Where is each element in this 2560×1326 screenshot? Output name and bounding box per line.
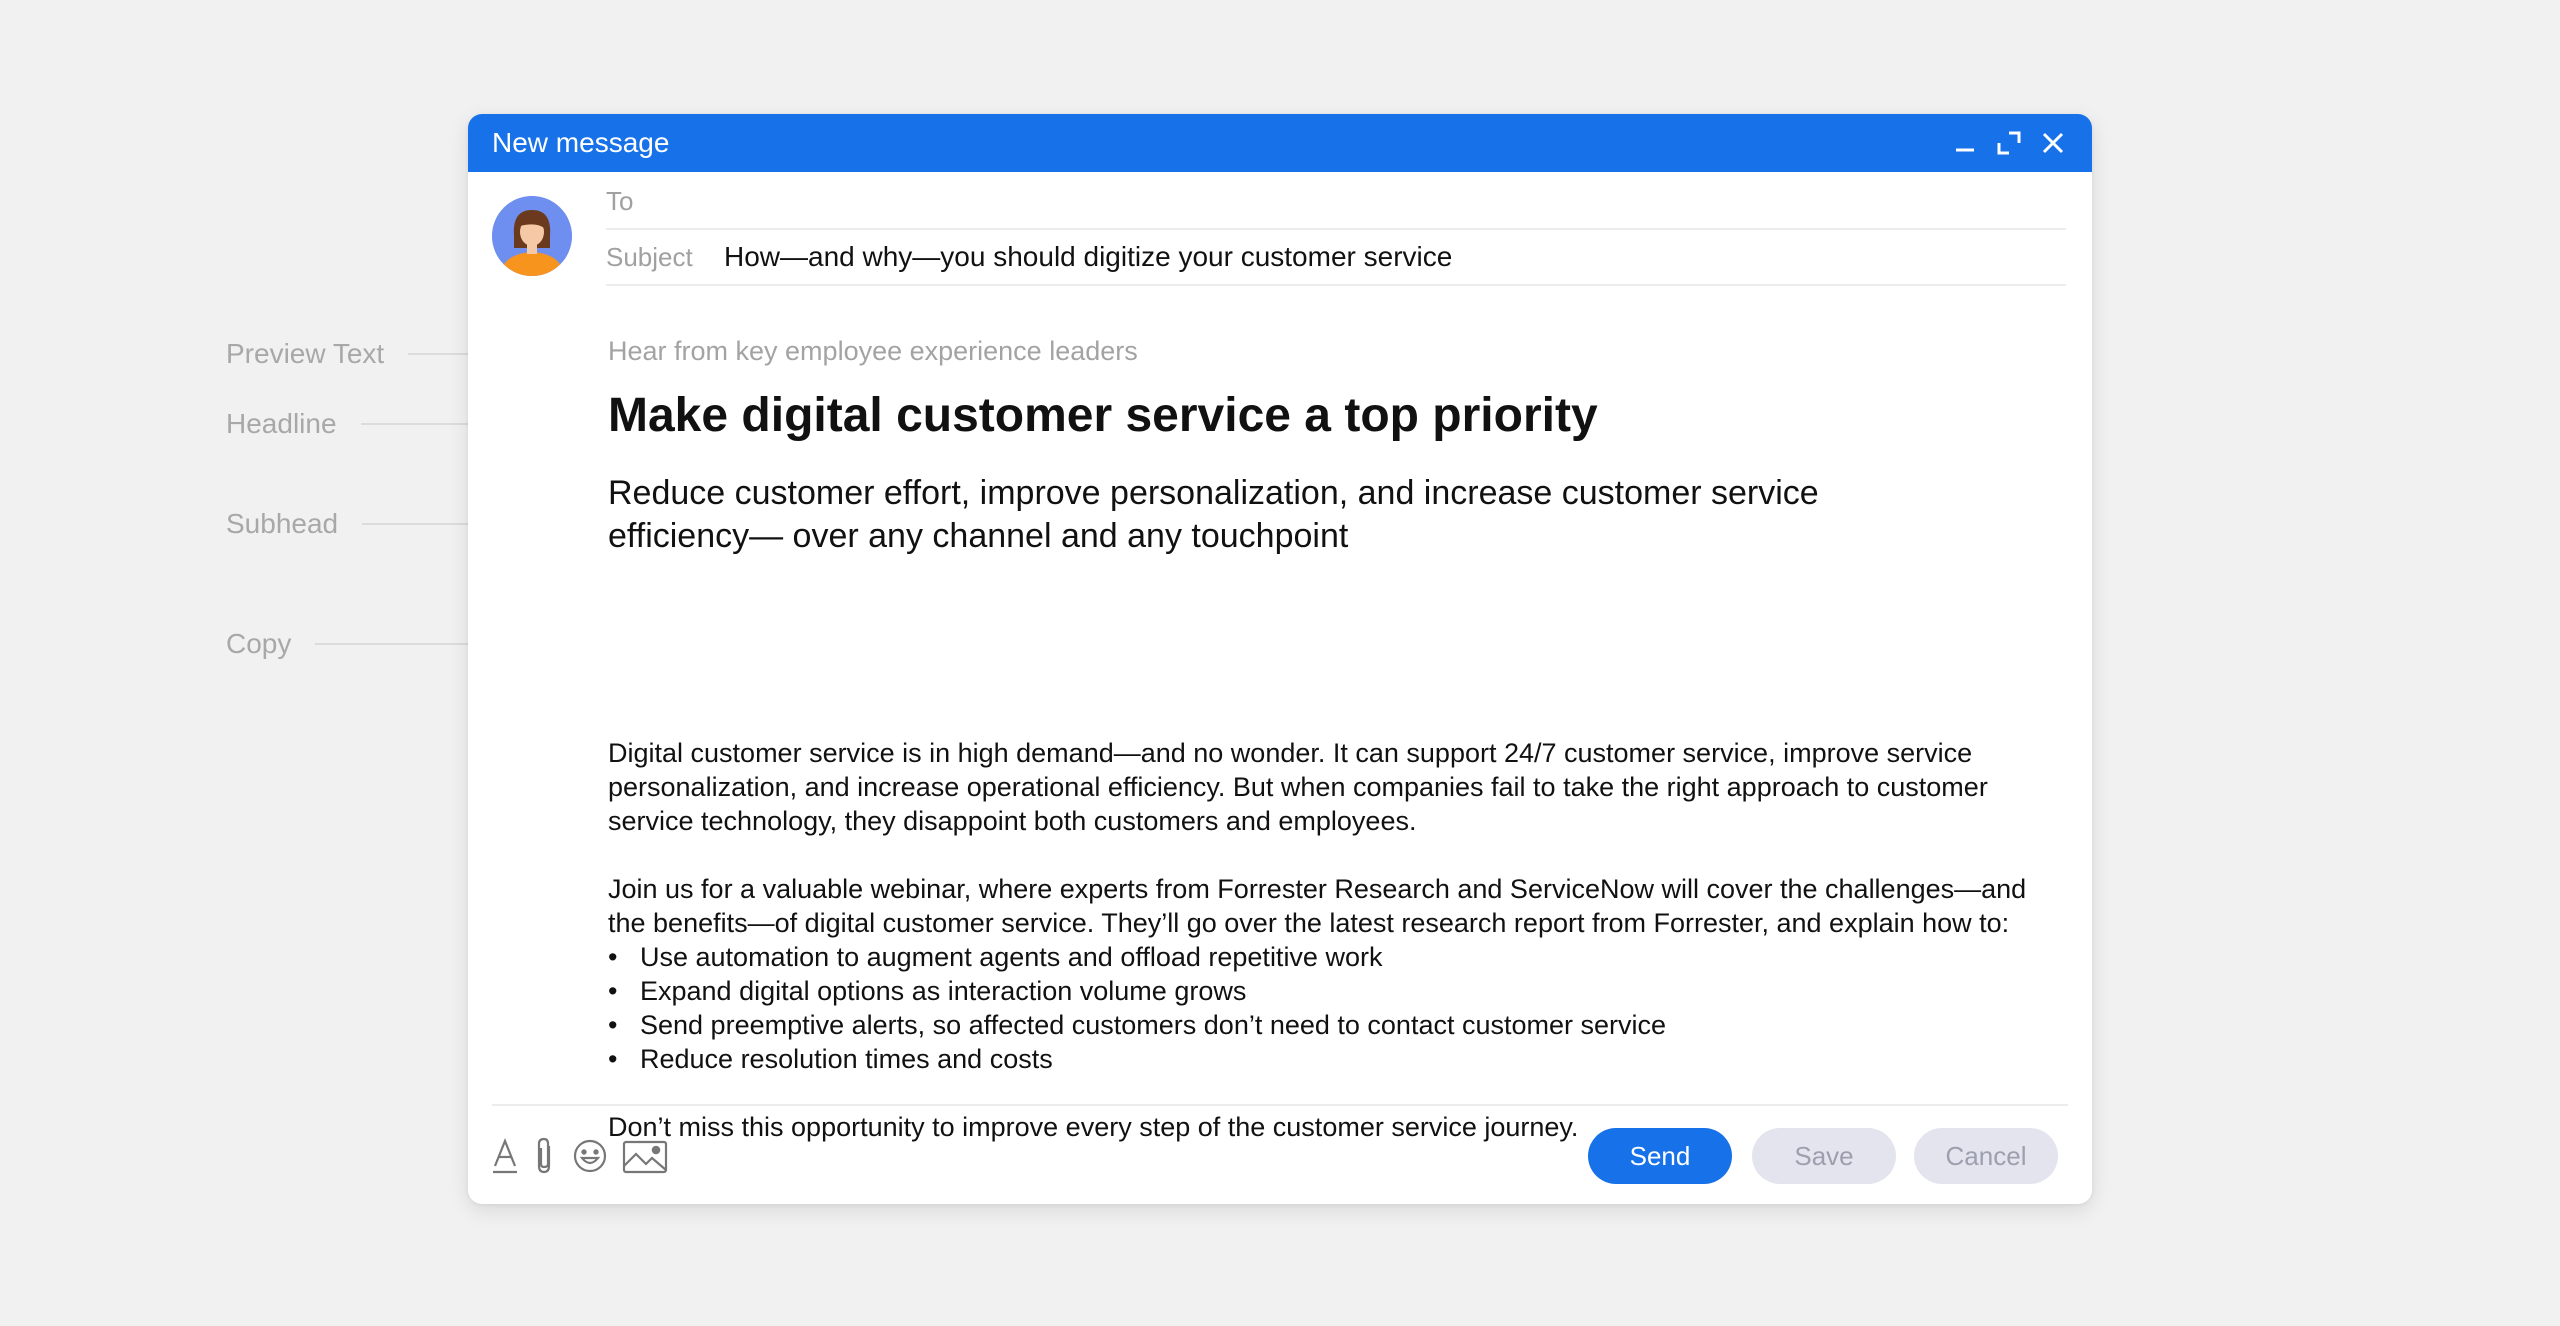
to-label: To: [606, 185, 634, 216]
list-item: Use automation to augment agents and off…: [608, 940, 2028, 974]
headline: Make digital customer service a top prio…: [608, 389, 1598, 442]
list-item: Reduce resolution times and costs: [608, 1042, 2028, 1076]
footer-divider: [492, 1104, 2068, 1106]
preview-text: Hear from key employee experience leader…: [608, 336, 1138, 366]
copy-paragraph-2: Join us for a valuable webinar, where ex…: [608, 874, 2027, 938]
to-row: To: [606, 174, 2066, 230]
copy-paragraph-1: Digital customer service is in high dema…: [608, 738, 1988, 836]
list-item: Send preemptive alerts, so affected cust…: [608, 1008, 2028, 1042]
annotation-label: Preview Text: [226, 338, 385, 369]
to-field[interactable]: [724, 185, 2066, 217]
minimize-icon[interactable]: [1950, 128, 1980, 158]
formatting-toolbar: [492, 1134, 668, 1178]
copy: Digital customer service is in high dema…: [608, 736, 2028, 1144]
bullet-list: Use automation to augment agents and off…: [608, 940, 2028, 1076]
emoji-icon[interactable]: [572, 1134, 608, 1178]
send-button[interactable]: Send: [1588, 1128, 1732, 1184]
header-fields: To Subject: [606, 174, 2066, 286]
save-button[interactable]: Save: [1752, 1128, 1896, 1184]
subject-label: Subject: [606, 241, 693, 272]
close-icon[interactable]: [2038, 128, 2068, 158]
list-item: Expand digital options as interaction vo…: [608, 974, 2028, 1008]
window-controls: [1950, 128, 2068, 158]
window-title: New message: [492, 127, 670, 158]
subject-field[interactable]: [724, 241, 2066, 273]
compose-window: New message To Subject How—and why—you s…: [468, 114, 2092, 1204]
annotation-label: Subhead: [226, 508, 339, 539]
subhead: Reduce customer effort, improve personal…: [608, 474, 1819, 555]
stage: Preview Text Headline Subhead Copy New m…: [0, 0, 2560, 1326]
subject-row: Subject: [606, 230, 2066, 286]
title-bar: New message: [468, 114, 2092, 172]
annotation-label: Copy: [226, 628, 292, 659]
attachment-icon[interactable]: [532, 1134, 558, 1178]
expand-icon[interactable]: [1994, 128, 2024, 158]
image-icon[interactable]: [622, 1134, 668, 1178]
cancel-button[interactable]: Cancel: [1914, 1128, 2058, 1184]
avatar: [492, 196, 572, 276]
text-format-icon[interactable]: [492, 1134, 518, 1178]
annotation-label: Headline: [226, 408, 337, 439]
